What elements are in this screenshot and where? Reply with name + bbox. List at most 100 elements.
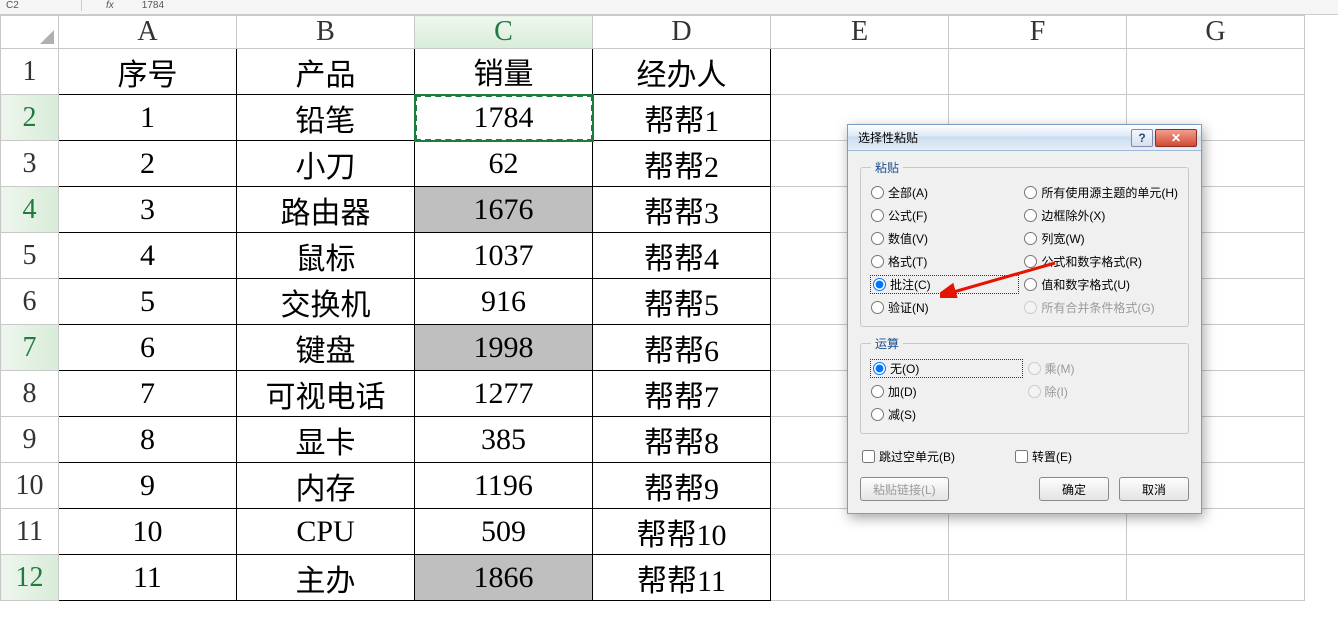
row-header[interactable]: 4 [1, 187, 59, 233]
cell[interactable]: 916 [415, 279, 593, 325]
cell[interactable]: 帮帮2 [593, 141, 771, 187]
cell[interactable]: 5 [59, 279, 237, 325]
cell[interactable]: 帮帮3 [593, 187, 771, 233]
cell-blank[interactable] [771, 555, 949, 601]
cell[interactable]: 键盘 [237, 325, 415, 371]
cell[interactable]: 11 [59, 555, 237, 601]
checkbox-skip-blanks[interactable]: 跳过空单元(B) [862, 448, 955, 465]
cell[interactable]: 帮帮7 [593, 371, 771, 417]
cell[interactable]: 62 [415, 141, 593, 187]
cell[interactable]: 7 [59, 371, 237, 417]
row-header[interactable]: 9 [1, 417, 59, 463]
radio-option[interactable]: 减(S) [871, 406, 1022, 423]
radio-option[interactable]: 列宽(W) [1024, 230, 1178, 247]
row-header[interactable]: 8 [1, 371, 59, 417]
cell[interactable]: 10 [59, 509, 237, 555]
cell[interactable]: 1998 [415, 325, 593, 371]
row-header[interactable]: 7 [1, 325, 59, 371]
radio-option[interactable]: 批注(C) [871, 276, 1018, 293]
radio-option[interactable]: 所有使用源主题的单元(H) [1024, 184, 1178, 201]
checkbox-transpose[interactable]: 转置(E) [1015, 448, 1072, 465]
cell[interactable]: 铅笔 [237, 95, 415, 141]
cell[interactable]: 帮帮8 [593, 417, 771, 463]
cell[interactable]: 序号 [59, 49, 237, 95]
col-header-e[interactable]: E [771, 16, 949, 49]
row-header[interactable]: 12 [1, 555, 59, 601]
cell-blank[interactable] [771, 509, 949, 555]
name-box[interactable]: C2 [2, 0, 82, 11]
col-header-f[interactable]: F [949, 16, 1127, 49]
col-header-c[interactable]: C [415, 16, 593, 49]
paste-link-button[interactable]: 粘贴链接(L) [860, 477, 949, 501]
cell[interactable]: 帮帮4 [593, 233, 771, 279]
radio-option[interactable]: 数值(V) [871, 230, 1018, 247]
radio-option[interactable]: 无(O) [871, 360, 1022, 377]
cell[interactable]: 鼠标 [237, 233, 415, 279]
cell[interactable]: 帮帮11 [593, 555, 771, 601]
dialog-help-button[interactable]: ? [1131, 129, 1153, 147]
cell[interactable]: 主办 [237, 555, 415, 601]
cell[interactable]: 1676 [415, 187, 593, 233]
radio-option[interactable]: 全部(A) [871, 184, 1018, 201]
cell-blank[interactable] [949, 49, 1127, 95]
cell-blank[interactable] [1127, 509, 1305, 555]
radio-option[interactable]: 边框除外(X) [1024, 207, 1178, 224]
cell[interactable]: 交换机 [237, 279, 415, 325]
cell[interactable]: 1277 [415, 371, 593, 417]
ok-button[interactable]: 确定 [1039, 477, 1109, 501]
radio-option[interactable]: 验证(N) [871, 299, 1018, 316]
cell[interactable]: 经办人 [593, 49, 771, 95]
cell-blank[interactable] [949, 509, 1127, 555]
cell[interactable]: 1 [59, 95, 237, 141]
cell-blank[interactable] [1127, 555, 1305, 601]
cell[interactable]: 1866 [415, 555, 593, 601]
col-header-g[interactable]: G [1127, 16, 1305, 49]
dialog-close-button[interactable]: ✕ [1155, 129, 1197, 147]
radio-option[interactable]: 加(D) [871, 383, 1022, 400]
cell[interactable]: 3 [59, 187, 237, 233]
cell[interactable]: 帮帮5 [593, 279, 771, 325]
col-header-b[interactable]: B [237, 16, 415, 49]
cell[interactable]: 销量 [415, 49, 593, 95]
cell[interactable]: 1037 [415, 233, 593, 279]
row-header[interactable]: 11 [1, 509, 59, 555]
cell-blank[interactable] [771, 49, 949, 95]
cell[interactable]: CPU [237, 509, 415, 555]
cell[interactable]: 帮帮10 [593, 509, 771, 555]
radio-option[interactable]: 公式(F) [871, 207, 1018, 224]
radio-option[interactable]: 格式(T) [871, 253, 1018, 270]
col-header-d[interactable]: D [593, 16, 771, 49]
cell[interactable]: 内存 [237, 463, 415, 509]
cell[interactable]: 385 [415, 417, 593, 463]
row-header[interactable]: 10 [1, 463, 59, 509]
radio-option[interactable]: 值和数字格式(U) [1024, 276, 1178, 293]
row-header[interactable]: 6 [1, 279, 59, 325]
radio-option[interactable]: 公式和数字格式(R) [1024, 253, 1178, 270]
col-header-a[interactable]: A [59, 16, 237, 49]
cell[interactable]: 6 [59, 325, 237, 371]
cell[interactable]: 帮帮9 [593, 463, 771, 509]
cell[interactable]: 1196 [415, 463, 593, 509]
row-header[interactable]: 3 [1, 141, 59, 187]
cell[interactable]: 帮帮6 [593, 325, 771, 371]
cell[interactable]: 509 [415, 509, 593, 555]
cell[interactable]: 显卡 [237, 417, 415, 463]
cancel-button[interactable]: 取消 [1119, 477, 1189, 501]
cell-blank[interactable] [1127, 49, 1305, 95]
cell[interactable]: 4 [59, 233, 237, 279]
select-all-corner[interactable] [1, 16, 59, 49]
cell[interactable]: 9 [59, 463, 237, 509]
row-header[interactable]: 1 [1, 49, 59, 95]
row-header[interactable]: 2 [1, 95, 59, 141]
cell[interactable]: 帮帮1 [593, 95, 771, 141]
cell[interactable]: 1784 [415, 95, 593, 141]
cell[interactable]: 小刀 [237, 141, 415, 187]
cell[interactable]: 产品 [237, 49, 415, 95]
cell[interactable]: 路由器 [237, 187, 415, 233]
cell[interactable]: 8 [59, 417, 237, 463]
formula-value[interactable]: 1784 [138, 0, 164, 11]
dialog-titlebar[interactable]: 选择性粘贴 ? ✕ [848, 125, 1201, 151]
row-header[interactable]: 5 [1, 233, 59, 279]
cell[interactable]: 可视电话 [237, 371, 415, 417]
cell-blank[interactable] [949, 555, 1127, 601]
